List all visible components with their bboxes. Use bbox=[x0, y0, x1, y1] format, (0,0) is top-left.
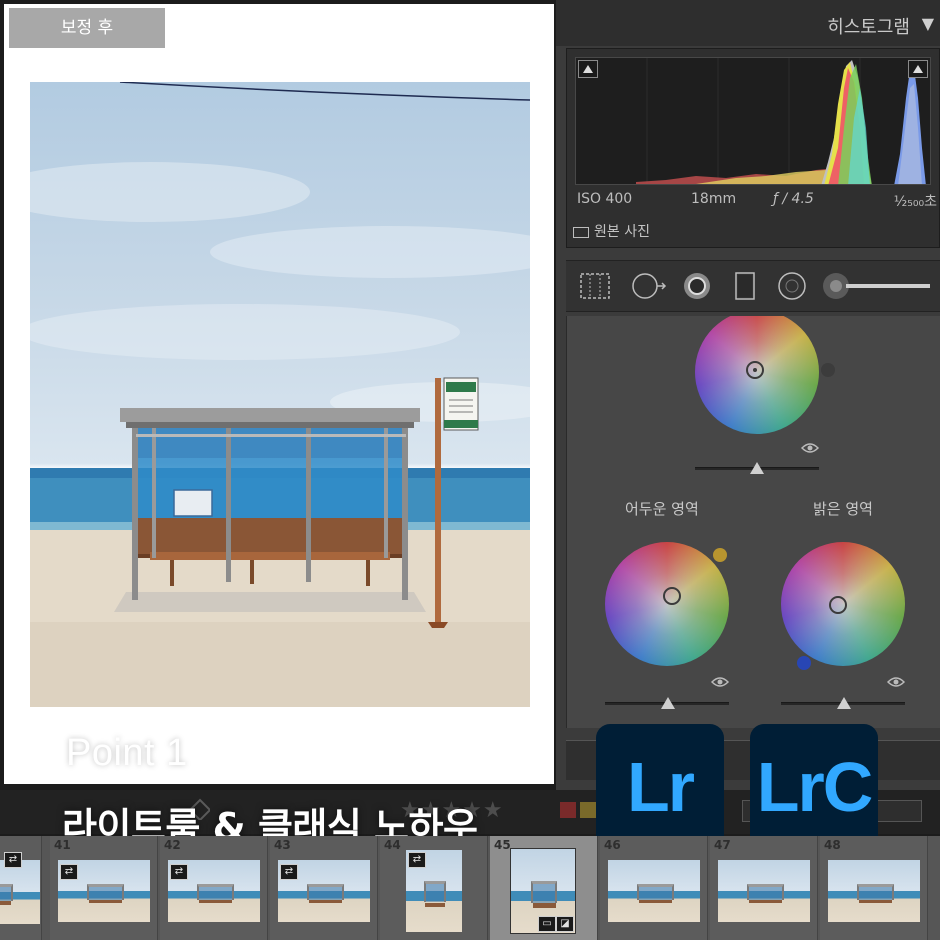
crop-badge-icon: ▭ bbox=[538, 916, 556, 932]
midtones-visibility-eye-icon[interactable] bbox=[800, 442, 820, 458]
exif-iso: ISO 400 bbox=[577, 191, 633, 207]
cell-number: 44 bbox=[384, 838, 401, 852]
filmstrip-thumbnail[interactable] bbox=[0, 860, 40, 924]
lightroom-classic-logo-text: LrC bbox=[756, 748, 874, 826]
filmstrip-cell-selected[interactable]: 45 ▭ ◪ bbox=[490, 836, 598, 940]
original-photo-checkbox[interactable] bbox=[573, 226, 589, 238]
cell-number: 46 bbox=[604, 838, 621, 852]
spot-removal-icon[interactable] bbox=[630, 271, 670, 301]
color-label-filters[interactable] bbox=[560, 802, 600, 822]
histogram-title: 히스토그램 bbox=[827, 17, 910, 38]
develop-tool-strip bbox=[566, 260, 940, 312]
collapse-arrow-icon[interactable]: ▼ bbox=[922, 14, 934, 33]
develop-badge-icon: ⇄ bbox=[170, 864, 188, 880]
filmstrip-thumbnail[interactable] bbox=[718, 860, 810, 922]
yellow-label-swatch[interactable] bbox=[580, 802, 596, 818]
shadows-label: 어두운 영역 bbox=[625, 500, 699, 518]
cell-number: 42 bbox=[164, 838, 181, 852]
cell-number: 43 bbox=[274, 838, 291, 852]
highlights-wheel-handle[interactable] bbox=[829, 596, 847, 614]
exif-aperture: ƒ / 4.5 bbox=[773, 191, 814, 207]
point-label: Point 1 bbox=[66, 732, 188, 774]
highlights-visibility-eye-icon[interactable] bbox=[886, 676, 906, 692]
filmstrip-thumbnail[interactable] bbox=[608, 860, 700, 922]
develop-badge-icon: ◪ bbox=[556, 916, 574, 932]
filmstrip-cell[interactable]: 48 bbox=[820, 836, 928, 940]
original-photo-label: 원본 사진 bbox=[594, 224, 650, 240]
shadows-slider-thumb[interactable] bbox=[661, 697, 675, 709]
exif-focal-length: 18mm bbox=[691, 191, 737, 207]
midtones-slider-thumb[interactable] bbox=[750, 462, 764, 474]
cell-number: 45 bbox=[494, 838, 511, 852]
after-view-label[interactable]: 보정 후 bbox=[9, 8, 165, 48]
shadows-wheel-handle[interactable] bbox=[663, 587, 681, 605]
original-photo-toggle[interactable]: 원본 사진 bbox=[573, 221, 650, 241]
filmstrip-cell[interactable]: 43 ⇄ bbox=[270, 836, 378, 940]
filmstrip-cell[interactable]: 44 ⇄ bbox=[380, 836, 488, 940]
graduated-filter-icon[interactable] bbox=[732, 271, 758, 301]
filmstrip-cell[interactable]: 41 ⇄ bbox=[50, 836, 158, 940]
histogram-plot bbox=[636, 58, 926, 184]
cell-number: 48 bbox=[824, 838, 841, 852]
highlights-color-wheel[interactable] bbox=[781, 542, 905, 666]
shadows-color-swatch[interactable] bbox=[713, 548, 727, 562]
filmstrip-thumbnail[interactable] bbox=[828, 860, 920, 922]
highlight-clipping-button[interactable] bbox=[908, 60, 928, 78]
crop-overlay-icon[interactable] bbox=[578, 271, 612, 301]
exif-shutter-speed: ¹⁄₂₅₀₀초 bbox=[893, 194, 937, 210]
midtones-color-wheel[interactable] bbox=[695, 316, 819, 434]
highlights-label: 밝은 영역 bbox=[813, 500, 873, 518]
develop-badge-icon: ⇄ bbox=[4, 852, 22, 868]
lightroom-logo-text: Lr bbox=[627, 748, 695, 826]
develop-badge-icon: ⇄ bbox=[280, 864, 298, 880]
lightroom-classic-logo: LrC bbox=[750, 724, 878, 850]
lightroom-window: 보정 후 Point 1 히스토그램 ▼ ISO 400 18mm ƒ / 4.… bbox=[0, 0, 940, 940]
histogram-panel: ISO 400 18mm ƒ / 4.5 ¹⁄₂₅₀₀초 원본 사진 bbox=[566, 48, 940, 248]
midtones-color-swatch[interactable] bbox=[821, 363, 835, 377]
bus-stop-photo bbox=[30, 82, 530, 707]
filmstrip: ⇄ 41 ⇄ 42 ⇄ 43 ⇄ 44 ⇄ 45 ▭ ◪ 46 47 48 bbox=[0, 836, 940, 940]
shadow-clipping-button[interactable] bbox=[578, 60, 598, 78]
histogram-header[interactable]: 히스토그램 ▼ bbox=[556, 0, 940, 46]
filmstrip-cell[interactable]: 46 bbox=[600, 836, 708, 940]
develop-right-panel: 히스토그램 ▼ ISO 400 18mm ƒ / 4.5 ¹⁄₂₅₀₀초 원본 … bbox=[556, 0, 940, 790]
shadows-visibility-eye-icon[interactable] bbox=[710, 676, 730, 692]
red-label-swatch[interactable] bbox=[560, 802, 576, 818]
cell-number: 41 bbox=[54, 838, 71, 852]
highlights-color-swatch[interactable] bbox=[797, 656, 811, 670]
histogram-graph[interactable] bbox=[575, 57, 931, 185]
photo-preview-area: 보정 후 Point 1 bbox=[4, 4, 554, 784]
develop-badge-icon: ⇄ bbox=[60, 864, 78, 880]
radial-filter-icon[interactable] bbox=[776, 271, 808, 301]
midtones-wheel-handle[interactable] bbox=[746, 361, 764, 379]
adjustment-brush-icon[interactable] bbox=[822, 271, 932, 301]
highlights-slider-thumb[interactable] bbox=[837, 697, 851, 709]
filmstrip-cell[interactable]: 47 bbox=[710, 836, 818, 940]
cell-number: 47 bbox=[714, 838, 731, 852]
main-photo[interactable] bbox=[30, 82, 530, 707]
lightroom-logo: Lr bbox=[596, 724, 724, 850]
red-eye-icon[interactable] bbox=[680, 271, 714, 301]
filmstrip-cell[interactable]: 42 ⇄ bbox=[160, 836, 268, 940]
color-grading-panel: 어두운 영역 밝은 영역 bbox=[566, 316, 940, 728]
develop-badge-icon: ⇄ bbox=[408, 852, 426, 868]
shadows-color-wheel[interactable] bbox=[605, 542, 729, 666]
filmstrip-cell[interactable]: ⇄ bbox=[0, 836, 42, 940]
